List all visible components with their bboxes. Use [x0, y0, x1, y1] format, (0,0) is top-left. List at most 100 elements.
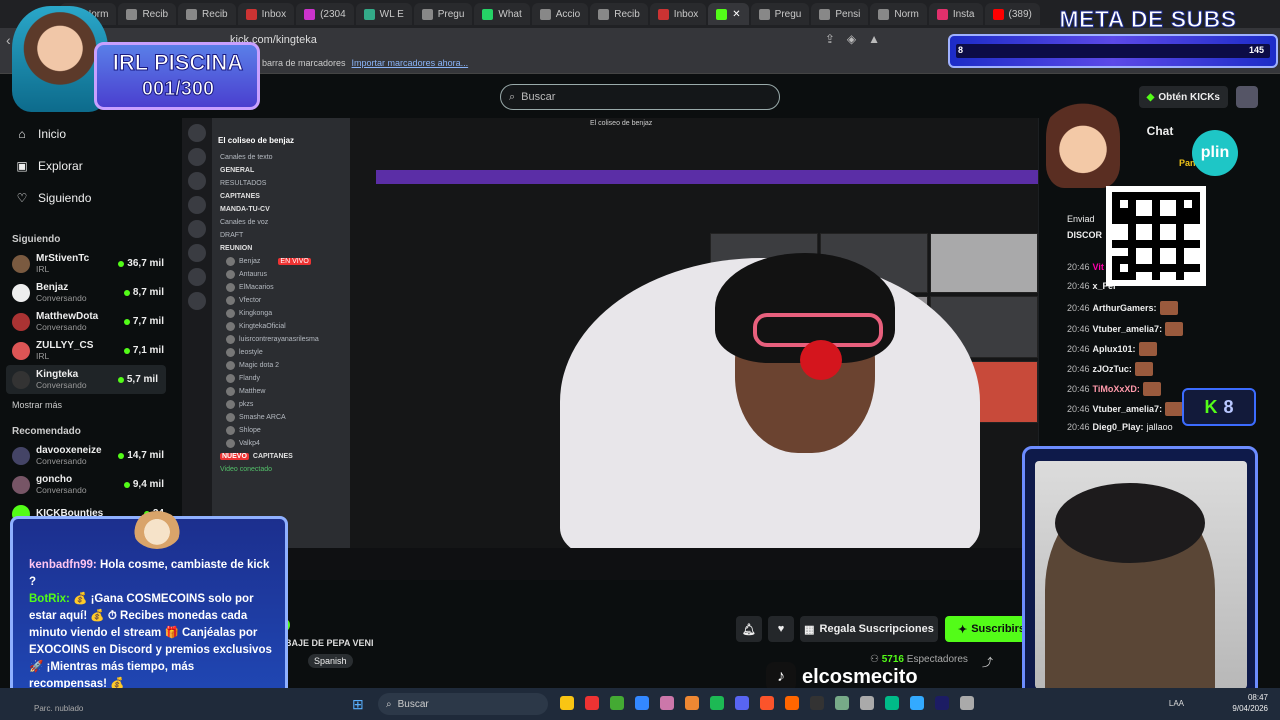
qr-module	[1120, 272, 1128, 280]
viewer-count-text: 7,1 mil	[132, 345, 164, 356]
chat-message: 20:46 Vit	[1067, 262, 1104, 272]
clock-date: 9/04/2026	[1232, 704, 1268, 713]
taskbar-app-icon[interactable]	[610, 696, 624, 710]
browser-tab[interactable]: Pregu	[750, 3, 810, 25]
user-avatar	[226, 283, 235, 292]
qr-module	[1184, 208, 1192, 216]
qr-module	[1184, 232, 1192, 240]
browser-tab[interactable]: (2304	[296, 3, 354, 25]
avatar[interactable]	[1236, 86, 1258, 108]
import-bookmarks-link[interactable]: Importar marcadores ahora...	[352, 58, 469, 68]
user-avatar	[226, 335, 235, 344]
discord-user: pkzs	[212, 398, 350, 411]
user-avatar	[226, 309, 235, 318]
browser-tab[interactable]: Norm	[870, 3, 927, 25]
gift-subs-button[interactable]: ▦ Regala Suscripciones	[800, 616, 938, 642]
taskbar-app-icon[interactable]	[760, 696, 774, 710]
sidebar-channel[interactable]: davooxeneize Conversando 14,7 mil	[0, 441, 172, 470]
brave-shield-icon[interactable]: ◈	[847, 32, 856, 46]
windows-start-icon[interactable]: ⊞	[352, 696, 364, 713]
taskbar-app-icon[interactable]	[910, 696, 924, 710]
qr-module	[1128, 192, 1136, 200]
taskbar-clock[interactable]: 08:47 9/04/2026	[1232, 692, 1268, 714]
notifications-button[interactable]: 🔔︎	[736, 616, 762, 642]
sidebar-channel[interactable]: MatthewDota Conversando 7,7 mil	[0, 307, 172, 336]
chat-username[interactable]: Vtuber_amelia7:	[1093, 404, 1163, 414]
taskbar-app-icon[interactable]	[935, 696, 949, 710]
chat-username[interactable]: Dieg0_Play:	[1093, 422, 1144, 432]
share-icon[interactable]: ⤴	[982, 654, 993, 670]
share-icon[interactable]: ⇪	[825, 32, 835, 46]
qr-module	[1128, 232, 1136, 240]
browser-tab[interactable]: Pregu	[413, 3, 473, 25]
discord-user: Kingkonga	[212, 307, 350, 320]
follow-button[interactable]: ♥	[768, 616, 794, 642]
browser-tab[interactable]: Inbox	[649, 3, 707, 25]
browser-tab[interactable]: Recib	[590, 3, 648, 25]
taskbar-app-icon[interactable]	[635, 696, 649, 710]
sidebar-channel[interactable]: ZULLYY_CS IRL 7,1 mil	[0, 336, 172, 365]
nav-following[interactable]: ♡ Siguiendo	[0, 182, 172, 214]
qr-module	[1144, 264, 1152, 272]
language-indicator[interactable]: LAA	[1169, 699, 1184, 708]
qr-module	[1144, 232, 1152, 240]
video-controls-bar[interactable]	[182, 548, 1038, 580]
chat-username[interactable]: ArthurGamers:	[1093, 303, 1157, 313]
taskbar-app-icon[interactable]	[585, 696, 599, 710]
browser-tab[interactable]: WL E	[355, 3, 412, 25]
sidebar-channel[interactable]: MrStivenTc IRL 36,7 mil	[0, 249, 172, 278]
tab-favicon-icon	[598, 8, 610, 20]
taskbar-app-icon[interactable]	[560, 696, 574, 710]
taskbar-app-icon[interactable]	[885, 696, 899, 710]
taskbar-app-icon[interactable]	[660, 696, 674, 710]
get-kicks-button[interactable]: ◆ Obtén KICKs	[1138, 86, 1228, 108]
chat-username[interactable]: TiMoXxXD:	[1093, 384, 1140, 394]
tab-label: Accio	[555, 8, 581, 20]
discord-username: Magic dota 2	[239, 362, 280, 369]
tab-label: Inbox	[261, 8, 287, 20]
taskbar-app-icon[interactable]	[735, 696, 749, 710]
search-input[interactable]: ⌕ Buscar	[500, 84, 780, 110]
close-icon[interactable]: ✕	[732, 9, 740, 20]
nav-explore[interactable]: ▣ Explorar	[0, 150, 172, 182]
taskbar-app-icon[interactable]	[960, 696, 974, 710]
qr-module	[1168, 208, 1176, 216]
chat-username[interactable]: zJOzTuc:	[1093, 364, 1132, 374]
taskbar-app-icon[interactable]	[810, 696, 824, 710]
tab-label: Pensi	[835, 8, 861, 20]
taskbar-app-icon[interactable]	[685, 696, 699, 710]
browser-tab[interactable]: What	[474, 3, 530, 25]
sidebar-channel-active[interactable]: Kingteka Conversando 5,7 mil	[6, 365, 166, 394]
taskbar-app-icon[interactable]	[860, 696, 874, 710]
nav-home[interactable]: ⌂ Inicio	[0, 118, 172, 150]
show-more-link[interactable]: Mostrar más	[0, 394, 172, 416]
taskbar-app-icon[interactable]	[835, 696, 849, 710]
discord-username: Benjaz	[239, 258, 261, 265]
channel-avatar	[12, 254, 30, 273]
sub-goal-track	[956, 44, 1270, 58]
chat-username[interactable]: Vit	[1093, 262, 1104, 272]
qr-module	[1192, 240, 1200, 248]
sidebar-channel[interactable]: goncho Conversando 9,4 mil	[0, 470, 172, 499]
rewards-icon[interactable]: ▲	[868, 32, 880, 46]
browser-tab[interactable]: Accio	[531, 3, 589, 25]
chat-time: 20:46	[1067, 281, 1090, 291]
chat-username[interactable]: Aplux101:	[1093, 344, 1136, 354]
chat-username[interactable]: Vtuber_amelia7:	[1093, 324, 1163, 334]
taskbar-search-input[interactable]: ⌕ Buscar	[378, 693, 548, 715]
qr-module	[1184, 272, 1192, 280]
browser-tab-active[interactable]: ✕	[708, 3, 749, 25]
taskbar-app-icon[interactable]	[710, 696, 724, 710]
taskbar-app-icon[interactable]	[785, 696, 799, 710]
video-player[interactable]: El coliseo de benjaz Canales de texto GE…	[182, 118, 1038, 580]
back-icon[interactable]: ‹	[6, 32, 11, 48]
qr-module	[1192, 256, 1200, 264]
language-tag[interactable]: Spanish	[308, 654, 353, 668]
get-kicks-label: Obtén KICKs	[1158, 91, 1220, 103]
qr-module	[1112, 256, 1120, 264]
browser-tab[interactable]: Pensi	[811, 3, 869, 25]
sidebar-channel[interactable]: Benjaz Conversando 8,7 mil	[0, 278, 172, 307]
qr-module	[1112, 232, 1120, 240]
weather-status[interactable]: Parc. nublado	[34, 704, 83, 713]
qr-module	[1144, 200, 1152, 208]
